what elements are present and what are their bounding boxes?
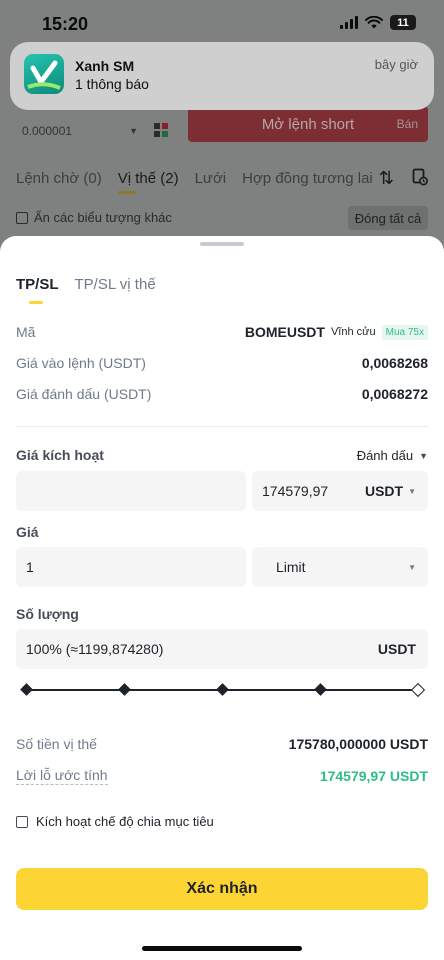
bg-tabs: Lệnh chờ (0) Vị thế (2) Lưới Hợp đồng tư… — [16, 170, 373, 194]
history-icon — [412, 168, 428, 186]
tab-tpsl[interactable]: TP/SL — [16, 276, 59, 304]
status-icons: 11 — [340, 15, 416, 30]
bg-close-all-button: Đóng tất cả — [348, 206, 428, 230]
split-target-checkbox[interactable] — [16, 815, 28, 828]
trigger-type-value: Đánh dấu — [356, 448, 414, 463]
xanh-sm-app-icon — [24, 54, 64, 94]
quantity-input[interactable]: 100% (≈1199,874280) USDT — [16, 629, 428, 669]
chevron-down-icon: ▼ — [408, 486, 416, 496]
est-pnl-row: Lời lỗ ước tính 174579,97 USDT — [16, 767, 428, 785]
quantity-unit: USDT — [378, 641, 416, 657]
bg-tab-icons: ⇅ — [379, 168, 428, 189]
notification-title: Xanh SM — [75, 58, 135, 74]
slider-step-75[interactable] — [314, 683, 327, 696]
mark-price-label: Giá đánh dấu (USDT) — [16, 386, 152, 402]
bg-short-sub: Bán — [396, 117, 418, 131]
symbol-info: BOMEUSDT Vĩnh cửu Mua 75x — [245, 324, 428, 340]
sheet-handle[interactable] — [200, 242, 244, 246]
bg-checkbox — [16, 211, 28, 224]
bg-tab-futures: Hợp đồng tương lai — [242, 170, 373, 187]
est-pnl-label[interactable]: Lời lỗ ước tính — [16, 767, 108, 785]
quantity-slider[interactable] — [20, 682, 426, 698]
bg-short-label: Mở lệnh short — [261, 115, 355, 133]
chevron-down-icon: ▼ — [408, 562, 416, 572]
tab-position-tpsl[interactable]: TP/SL vị thế — [75, 276, 156, 293]
slider-step-50[interactable] — [216, 683, 229, 696]
notification-time: bây giờ — [374, 57, 418, 72]
slider-step-25[interactable] — [118, 683, 131, 696]
price-input[interactable]: 1 — [16, 547, 246, 587]
entry-price-value: 0,0068268 — [361, 355, 428, 371]
trigger-price-input[interactable]: 174579,97 USDT ▼ — [252, 471, 428, 511]
quantity-unit-label: USDT — [377, 641, 416, 657]
background-app: 15:20 11 0.000001 ▼ Mở lệnh short Bán Lệ… — [0, 0, 444, 240]
bg-price-select: 0.000001 ▼ — [14, 120, 146, 142]
notification-body: 1 thông báo — [75, 76, 149, 92]
bg-tab-orders: Lệnh chờ (0) — [16, 170, 102, 187]
divider — [16, 426, 428, 427]
quantity-label: Số lượng — [16, 606, 79, 622]
orderbook-icon — [154, 123, 168, 137]
bg-hide-icons-row: Ẩn các biểu tượng khác — [16, 210, 172, 225]
contract-type: Vĩnh cửu — [330, 326, 376, 338]
chevron-down-icon: ▼ — [419, 450, 428, 461]
bg-tab-positions: Vị thế (2) — [118, 170, 179, 194]
bg-tab-grid: Lưới — [194, 170, 227, 187]
order-type-caret: ▼ — [408, 563, 416, 572]
symbol-label: Mã — [16, 324, 36, 340]
split-target-row[interactable]: Kích hoạt chế độ chia mục tiêu — [16, 814, 214, 829]
position-amount-value: 175780,000000 USDT — [288, 736, 428, 752]
slider-step-100[interactable] — [410, 682, 426, 698]
quantity-value: 100% (≈1199,874280) — [26, 641, 164, 657]
entry-price-row: Giá vào lệnh (USDT) 0,0068268 — [16, 355, 428, 371]
bg-short-button: Mở lệnh short Bán — [188, 106, 428, 142]
status-time: 15:20 — [42, 14, 89, 34]
signal-icon — [340, 16, 358, 29]
trigger-price-value: 174579,97 — [262, 483, 329, 499]
wifi-icon — [365, 16, 383, 29]
trigger-unit: USDT — [364, 483, 404, 499]
bg-price-value: 0.000001 — [22, 124, 73, 138]
entry-price-label: Giá vào lệnh (USDT) — [16, 355, 146, 371]
trigger-price-label: Giá kích hoạt — [16, 447, 104, 463]
home-indicator[interactable] — [142, 946, 302, 951]
leverage-badge: Mua 75x — [381, 324, 428, 340]
status-bar: 15:20 11 — [0, 0, 444, 48]
symbol-row: Mã BOMEUSDT Vĩnh cửu Mua 75x — [16, 324, 428, 340]
split-target-label: Kích hoạt chế độ chia mục tiêu — [36, 814, 214, 829]
notification-banner[interactable]: Xanh SM 1 thông báo bây giờ — [10, 42, 434, 110]
price-label: Giá — [16, 524, 39, 540]
sort-icon: ⇅ — [378, 168, 394, 188]
chevron-down-icon: ▼ — [129, 126, 138, 136]
mark-price-row: Giá đánh dấu (USDT) 0,0068272 — [16, 386, 428, 402]
position-amount-row: Số tiền vị thế 175780,000000 USDT — [16, 736, 428, 752]
slider-step-0[interactable] — [20, 683, 33, 696]
battery-icon: 11 — [390, 15, 416, 30]
order-type-value: Limit — [276, 559, 306, 575]
mark-price-value: 0,0068272 — [361, 386, 428, 402]
order-type-select[interactable]: Limit ▼ — [252, 547, 428, 587]
sheet-tabs: TP/SL TP/SL vị thế — [16, 276, 156, 304]
confirm-button[interactable]: Xác nhận — [16, 868, 428, 910]
bg-hide-icons-label: Ẩn các biểu tượng khác — [34, 210, 172, 225]
trigger-unit-selector[interactable]: USDT ▼ — [365, 483, 416, 499]
trigger-price-left-input[interactable] — [16, 471, 246, 511]
tpsl-sheet: TP/SL TP/SL vị thế Mã BOMEUSDT Vĩnh cửu … — [0, 236, 444, 960]
symbol-value: BOMEUSDT — [244, 324, 325, 340]
price-value: 1 — [26, 559, 34, 575]
trigger-type-dropdown[interactable]: Đánh dấu ▼ — [357, 448, 428, 463]
position-amount-label: Số tiền vị thế — [16, 736, 97, 752]
est-pnl-value: 174579,97 USDT — [319, 768, 428, 784]
